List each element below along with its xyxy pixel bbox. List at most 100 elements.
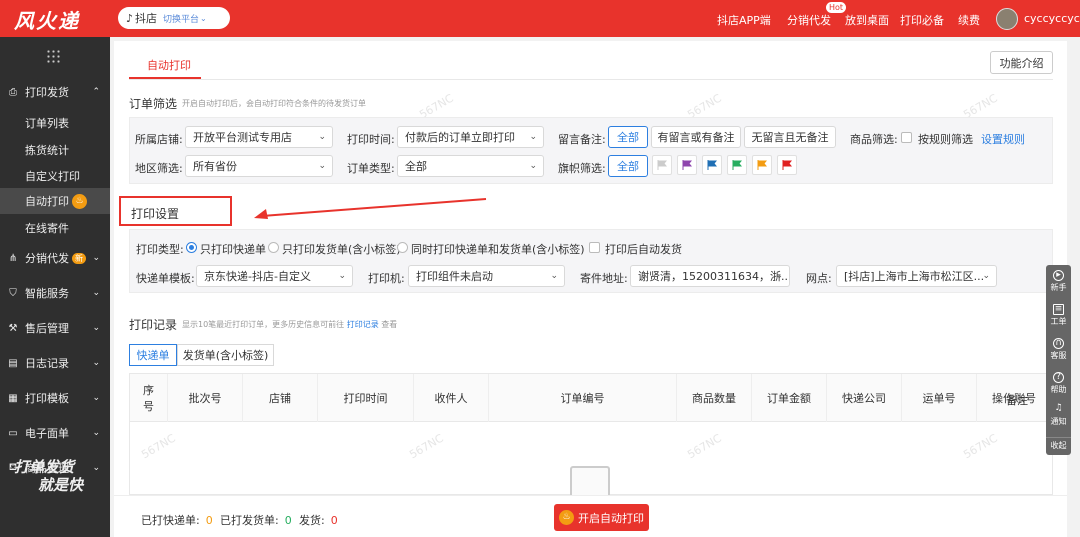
app-logo[interactable]: 风火递: [14, 5, 80, 34]
sidebar-item-label: 日志记录: [25, 357, 69, 370]
chevron-down-icon: ⌄: [775, 271, 783, 281]
sidebar-item-online-shipping[interactable]: 在线寄件: [0, 215, 110, 241]
sidebar-item-order-list[interactable]: 订单列表: [0, 110, 110, 136]
sender-address-label: 寄件地址:: [580, 272, 628, 285]
chevron-down-icon: ⌄: [92, 323, 100, 333]
remark-has-button[interactable]: 有留言或有备注: [651, 126, 741, 148]
chevron-down-icon: ⌄: [200, 13, 207, 23]
nav-distribution[interactable]: 分销代发: [787, 12, 831, 28]
switch-platform-label[interactable]: 切换平台: [163, 12, 199, 25]
radio-invoice-only[interactable]: [268, 242, 279, 253]
radio-invoice-only-label[interactable]: 只打印发货单(含小标签): [282, 241, 401, 257]
flag-icon: [782, 160, 792, 170]
column-header: 订单金额: [752, 374, 827, 422]
sidebar-item-print-ship[interactable]: ⎙ 打印发货 ⌃: [0, 79, 110, 105]
tab-express-waybill[interactable]: 快递单: [129, 344, 177, 366]
flag-filter-label: 旗帜筛选:: [558, 162, 606, 175]
flag-icon: [707, 160, 717, 170]
floating-toolbar: ▸ 新手 ≡ 工单 ∩ 客服 ? 帮助 ♫ 通知 收起: [1046, 265, 1071, 455]
platform-switcher[interactable]: ♪ 抖店 切换平台 ⌄: [118, 7, 230, 29]
radio-express-only[interactable]: [186, 242, 197, 253]
chevron-down-icon: ⌄: [92, 288, 100, 298]
table-header: 序号 批次号 店铺 打印时间 收件人 订单编号 商品数量 订单金额 快递公司 运…: [130, 374, 1052, 422]
chevron-down-icon: ⌄: [318, 161, 326, 171]
column-header: 快递公司: [827, 374, 902, 422]
username[interactable]: cyccyccyc: [1024, 12, 1080, 25]
float-collapse[interactable]: 收起: [1046, 437, 1071, 451]
print-log-link[interactable]: 打印记录: [347, 320, 379, 329]
set-rule-link[interactable]: 设置规则: [981, 131, 1025, 147]
print-time-select[interactable]: 付款后的订单立即打印 ⌄: [397, 126, 544, 148]
tab-invoice[interactable]: 发货单(含小标签): [177, 344, 274, 366]
shop-select[interactable]: 开放平台测试专用店 ⌄: [185, 126, 333, 148]
outlet-label: 网点:: [806, 272, 832, 285]
nav-desktop[interactable]: 放到桌面: [845, 12, 889, 28]
flag-red-button[interactable]: [777, 155, 797, 175]
float-beginner[interactable]: ▸ 新手: [1046, 270, 1071, 293]
sidebar-item-label: 打印发货: [25, 86, 69, 99]
flag-green-button[interactable]: [727, 155, 747, 175]
flag-orange-button[interactable]: [752, 155, 772, 175]
stat-label: 已打快递单:: [141, 514, 200, 527]
flag-gray-button[interactable]: [652, 155, 672, 175]
chevron-up-icon: ⌃: [92, 87, 100, 97]
nav-print-essentials[interactable]: 打印必备: [900, 12, 944, 28]
start-auto-print-button[interactable]: ♨ 开启自动打印: [554, 504, 649, 531]
ticket-icon: ≡: [1053, 304, 1064, 315]
goods-filter-label: 商品筛选:: [850, 133, 898, 146]
slogan-line: 打单发货: [14, 458, 75, 476]
template-select[interactable]: 京东快递-抖店-自定义 ⌄: [196, 265, 353, 287]
shop-label: 所属店铺:: [135, 133, 183, 146]
feature-intro-button[interactable]: 功能介绍: [990, 51, 1053, 74]
flag-icon: [682, 160, 692, 170]
flag-blue-button[interactable]: [702, 155, 722, 175]
sender-address-select[interactable]: 谢贤清，15200311634，浙... ⌄: [630, 265, 790, 287]
sidebar-item-print-template[interactable]: ▦ 打印模板 ⌄: [0, 385, 110, 411]
select-value: 谢贤清，15200311634，浙...: [638, 270, 790, 283]
float-notify[interactable]: ♫ 通知: [1046, 404, 1071, 427]
outlet-select[interactable]: [抖店]上海市上海市松江区... ⌄: [836, 265, 997, 287]
flag-icon: [657, 160, 667, 170]
float-ticket[interactable]: ≡ 工单: [1046, 304, 1071, 327]
log-icon: ▤: [8, 357, 18, 369]
chevron-down-icon: ⌄: [92, 428, 100, 438]
sidebar-item-custom-print[interactable]: 自定义打印: [0, 163, 110, 189]
nav-renew[interactable]: 续费: [958, 12, 980, 28]
auto-ship-checkbox[interactable]: [589, 242, 600, 253]
sidebar-item-smart-service[interactable]: ⛉ 智能服务 ⌄: [0, 280, 110, 306]
radio-express-only-label[interactable]: 只打印快递单: [200, 241, 266, 257]
region-select[interactable]: 所有省份 ⌄: [185, 155, 333, 177]
flag-purple-button[interactable]: [677, 155, 697, 175]
printed-express-stat: 已打快递单: 0: [141, 512, 213, 528]
tab-divider: [129, 79, 1053, 80]
avatar[interactable]: [996, 8, 1018, 30]
sidebar-item-logs[interactable]: ▤ 日志记录 ⌄: [0, 350, 110, 376]
remark-all-button[interactable]: 全部: [608, 126, 648, 148]
nav-app[interactable]: 抖店APP端: [717, 12, 771, 28]
sidebar-item-after-sales[interactable]: ⚒ 售后管理 ⌄: [0, 315, 110, 341]
remark-none-button[interactable]: 无留言且无备注: [744, 126, 836, 148]
tab-auto-print[interactable]: 自动打印: [147, 57, 191, 73]
order-type-select[interactable]: 全部 ⌄: [397, 155, 544, 177]
radio-both-label[interactable]: 同时打印快递单和发货单(含小标签): [411, 241, 585, 257]
column-header: 批次号: [168, 374, 243, 422]
float-service[interactable]: ∩ 客服: [1046, 338, 1071, 361]
grid-menu-icon[interactable]: [46, 49, 60, 63]
bell-icon: ♫: [1054, 403, 1063, 413]
rule-filter-checkbox[interactable]: [901, 132, 912, 143]
sidebar-item-picking-stats[interactable]: 拣货统计: [0, 137, 110, 163]
column-header-remark: 备注: [1006, 394, 1028, 407]
stat-label: 已打发货单:: [220, 514, 279, 527]
flag-all-button[interactable]: 全部: [608, 155, 648, 177]
float-label: 工单: [1050, 317, 1067, 326]
column-header: 商品数量: [677, 374, 752, 422]
float-help[interactable]: ? 帮助: [1046, 372, 1071, 395]
sidebar-item-e-waybill[interactable]: ▭ 电子面单 ⌄: [0, 420, 110, 446]
print-time-label: 打印时间:: [347, 133, 395, 146]
sidebar-item-distribution[interactable]: ⋔ 分销代发 新 ⌄: [0, 245, 110, 271]
sidebar-item-auto-print[interactable]: 自动打印 ♨: [0, 188, 110, 214]
radio-both[interactable]: [397, 242, 408, 253]
float-label: 帮助: [1050, 385, 1067, 394]
printer-select[interactable]: 打印组件未启动 ⌄: [408, 265, 565, 287]
sidebar-item-label: 售后管理: [25, 322, 69, 335]
